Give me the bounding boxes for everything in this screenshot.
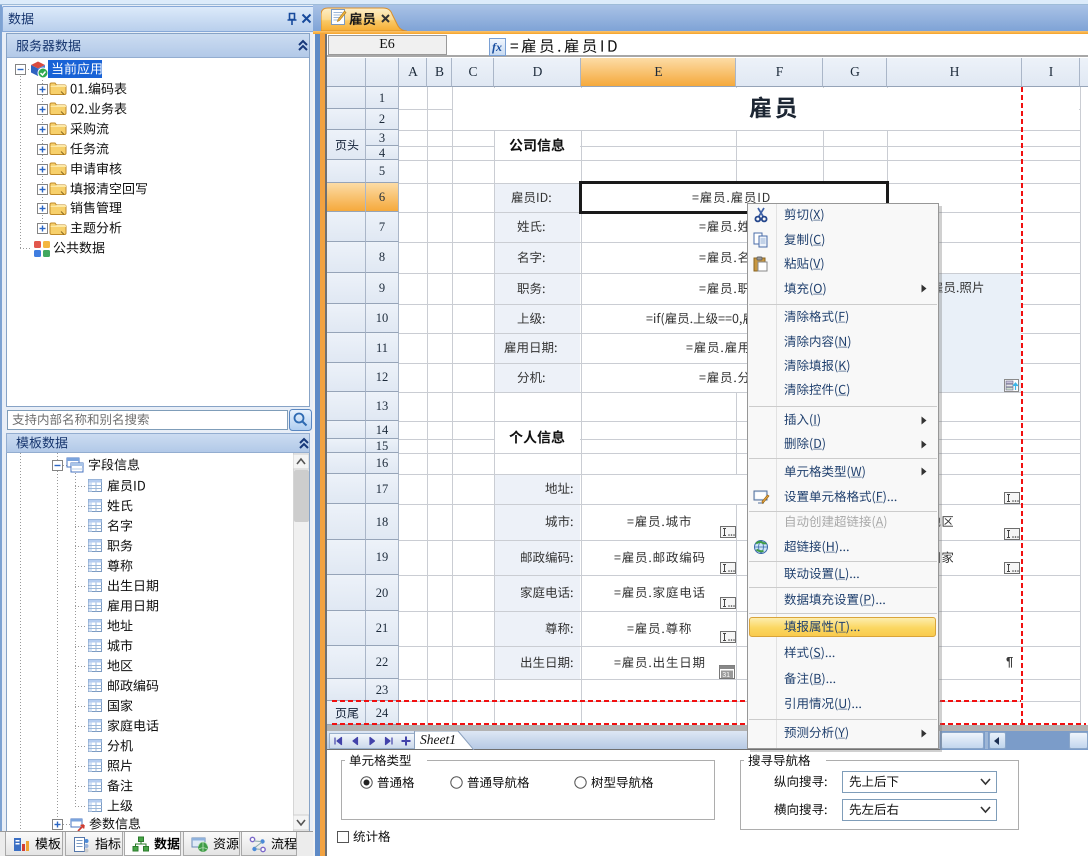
svg-text:31: 31 [722,672,730,679]
svg-text:fx: fx [492,40,502,54]
